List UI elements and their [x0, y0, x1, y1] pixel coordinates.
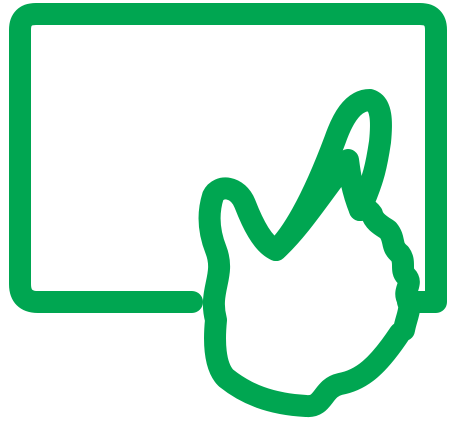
touchscreen-gesture-icon — [0, 0, 450, 435]
hand-outline — [198, 89, 421, 417]
touchscreen-gesture-svg — [9, 3, 447, 417]
